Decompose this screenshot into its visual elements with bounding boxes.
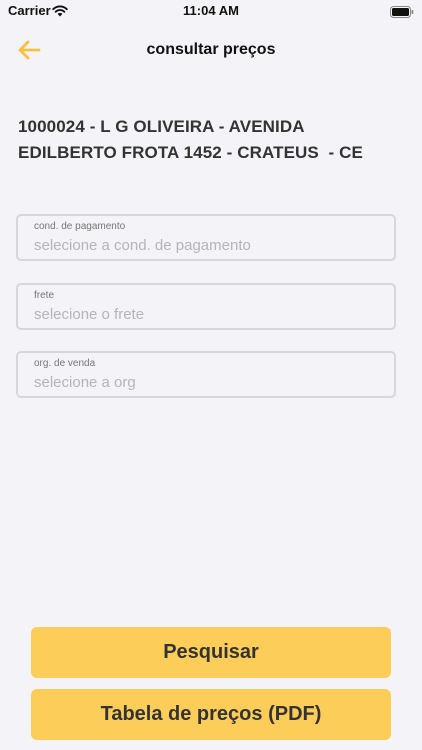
freight-placeholder: selecione o frete [34, 306, 145, 323]
freight-select[interactable]: frete selecione o frete [16, 283, 396, 330]
sales-org-placeholder: selecione a org [34, 374, 136, 391]
page-title: consultar preços [146, 41, 276, 58]
freight-label: frete [34, 290, 55, 301]
payment-condition-select[interactable]: cond. de pagamento selecione a cond. de … [16, 214, 396, 261]
customer-line-1: 1000024 - L G OLIVEIRA - AVENIDA [18, 117, 305, 136]
search-button[interactable]: Pesquisar [31, 627, 391, 678]
sales-org-select[interactable]: org. de venda selecione a org [16, 351, 396, 398]
price-table-pdf-button[interactable]: Tabela de preços (PDF) [31, 689, 391, 740]
sales-org-label: org. de venda [34, 358, 96, 369]
clock: 11:04 AM [183, 3, 239, 18]
battery-icon [390, 6, 414, 18]
status-bar: Carrier 11:04 AM [0, 0, 422, 24]
payment-condition-placeholder: selecione a cond. de pagamento [34, 237, 251, 254]
payment-condition-label: cond. de pagamento [34, 221, 126, 232]
customer-info: 1000024 - L G OLIVEIRA - AVENIDA EDILBER… [18, 114, 408, 166]
customer-line-2: EDILBERTO FROTA 1452 - CRATEUS - CE [18, 143, 363, 162]
screen: Carrier 11:04 AM consultar preços 100002… [0, 0, 422, 750]
